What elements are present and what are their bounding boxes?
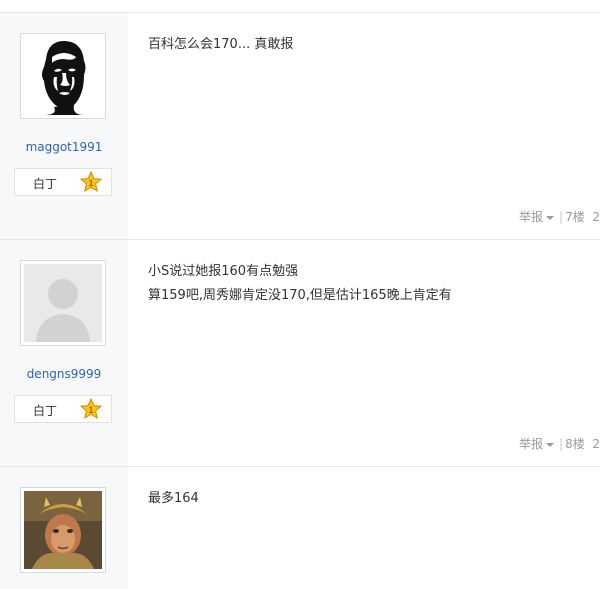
monkey-king-avatar-icon (24, 491, 102, 569)
footer-separator: | (559, 210, 564, 224)
author-avatar[interactable] (20, 487, 106, 573)
post-floor-9: 最多164 (0, 467, 600, 589)
rank-level: 1 (88, 405, 93, 415)
post-time-partial: 2 (592, 210, 600, 224)
author-rank-badge[interactable]: 白丁 1 (14, 168, 112, 196)
post-content: 百科怎么会170... 真敢报 (148, 33, 588, 57)
floor-number: 7楼 (565, 210, 585, 224)
post-content: 小S说过她报160有点勉强 算159吧,周秀娜肯定没170,但是估计165晚上肯… (148, 260, 588, 308)
post-footer: 举报 | 8楼 2 (519, 435, 600, 452)
author-avatar[interactable] (20, 33, 106, 119)
report-button[interactable]: 举报 (519, 437, 543, 451)
footer-separator: | (559, 437, 564, 451)
author-avatar[interactable] (20, 260, 106, 346)
post-floor-8: dengns9999 白丁 1 小S说过她报160有点勉强 算159吧,周秀娜肯… (0, 240, 600, 467)
default-user-avatar-icon (24, 264, 102, 342)
post-time-partial: 2 (592, 437, 600, 451)
post-content: 最多164 (148, 487, 588, 511)
post-floor-7: maggot1991 白丁 1 百科怎么会170... 真敢报 举报 | 7楼 2 (0, 13, 600, 240)
bald-man-sketch-avatar-icon (24, 37, 102, 115)
author-username[interactable]: dengns9999 (0, 367, 128, 381)
post-footer: 举报 | 7楼 2 (519, 208, 600, 225)
author-rank-badge[interactable]: 白丁 1 (14, 395, 112, 423)
rank-level: 1 (88, 178, 93, 188)
rank-star-icon: 1 (79, 397, 103, 420)
rank-star-icon: 1 (79, 170, 103, 193)
author-username[interactable]: maggot1991 (0, 140, 128, 154)
caret-down-icon[interactable] (546, 442, 555, 447)
caret-down-icon[interactable] (546, 215, 555, 220)
rank-title: 白丁 (33, 404, 58, 418)
post-line: 小S说过她报160有点勉强 (148, 264, 299, 279)
post-line: 百科怎么会170... 真敢报 (148, 37, 294, 52)
thread-page: maggot1991 白丁 1 百科怎么会170... 真敢报 举报 | 7楼 2 (0, 0, 600, 589)
report-button[interactable]: 举报 (519, 210, 543, 224)
post-line: 最多164 (148, 491, 199, 506)
rank-title: 白丁 (33, 177, 58, 191)
post-line: 算159吧,周秀娜肯定没170,但是估计165晚上肯定有 (148, 288, 452, 303)
floor-number: 8楼 (565, 437, 585, 451)
